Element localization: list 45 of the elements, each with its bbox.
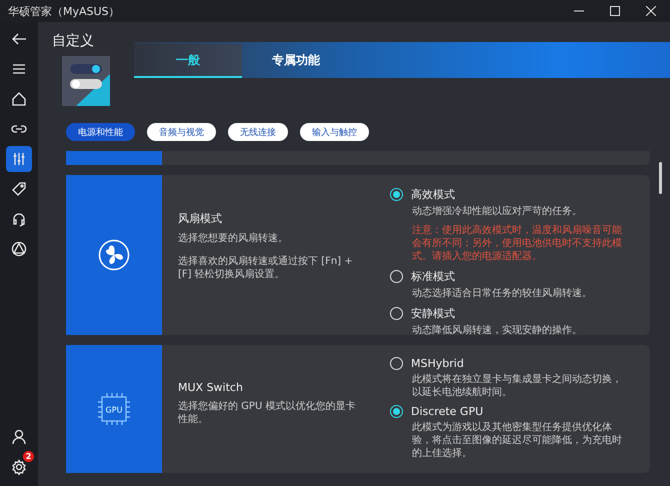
radio-button[interactable]	[390, 307, 403, 320]
card-description: 选择喜欢的风扇转速或通过按下 [Fn] + [F] 轻松切换风扇设置。	[178, 255, 354, 281]
window-title: 华硕管家（MyASUS）	[8, 4, 120, 18]
radio-button[interactable]	[390, 188, 403, 201]
close-icon[interactable]	[646, 6, 656, 16]
option-description: 此模式将在独立显卡与集成显卡之间动态切换，以延长电池续航时间。	[411, 373, 623, 399]
maximize-icon[interactable]	[610, 6, 620, 16]
option-description: 此模式为游戏以及其他密集型任务提供优化体验，将点击至图像的延迟尽可能降低，为充电时的上佳选择。	[411, 421, 623, 460]
sliders-icon	[11, 151, 27, 167]
option-label: 安静模式	[411, 306, 455, 321]
nav-item[interactable]	[6, 146, 32, 172]
category-chip[interactable]: 电源和性能	[66, 123, 135, 141]
option-label: Discrete GPU	[411, 405, 484, 418]
scrollbar[interactable]	[659, 162, 662, 194]
option-description: 动态降低风扇转速，实现安静的操作。	[411, 324, 583, 337]
circled-triangle-icon	[11, 241, 27, 257]
warning-text: 注意：使用此高效模式时，温度和风扇噪音可能会有所不同；另外，使用电池供电时不支持此模式。请插入您的电源适配器。	[411, 224, 623, 263]
settings-icon	[11, 459, 27, 475]
radio-button[interactable]	[390, 405, 403, 418]
radio-button[interactable]	[390, 270, 403, 283]
tab[interactable]: 一般	[134, 44, 242, 78]
radio-button[interactable]	[390, 357, 403, 370]
fan-icon	[98, 239, 130, 271]
headset-icon	[11, 211, 27, 227]
nav-item[interactable]: 2	[6, 454, 32, 480]
option-label: 高效模式	[411, 187, 455, 202]
option-description: 动态增强冷却性能以应对严苛的任务。	[411, 205, 583, 218]
card-title: MUX Switch	[178, 381, 244, 394]
category-chip[interactable]: 音频与视觉	[147, 123, 216, 141]
card-description: 选择您想要的风扇转速。	[178, 232, 289, 245]
card-description: 选择您偏好的 GPU 模式以优化您的显卡性能。	[178, 400, 356, 426]
card-title: 风扇模式	[178, 211, 223, 226]
tab[interactable]: 专属功能	[242, 44, 350, 78]
category-chip[interactable]: 无线连接	[228, 123, 288, 141]
notification-badge: 2	[23, 451, 34, 462]
toggle-illustration-drawing	[62, 56, 110, 106]
option-label: MSHybrid	[411, 357, 464, 370]
tag-icon	[11, 181, 27, 197]
option-label: 标准模式	[411, 269, 455, 284]
house-icon	[11, 91, 27, 107]
user-icon	[11, 429, 27, 445]
option-description: 动态选择适合日常任务的较佳风扇转速。	[411, 287, 593, 300]
back-icon	[11, 31, 27, 47]
category-chip[interactable]: 输入与触控	[300, 123, 369, 141]
page-title: 自定义	[52, 32, 95, 50]
